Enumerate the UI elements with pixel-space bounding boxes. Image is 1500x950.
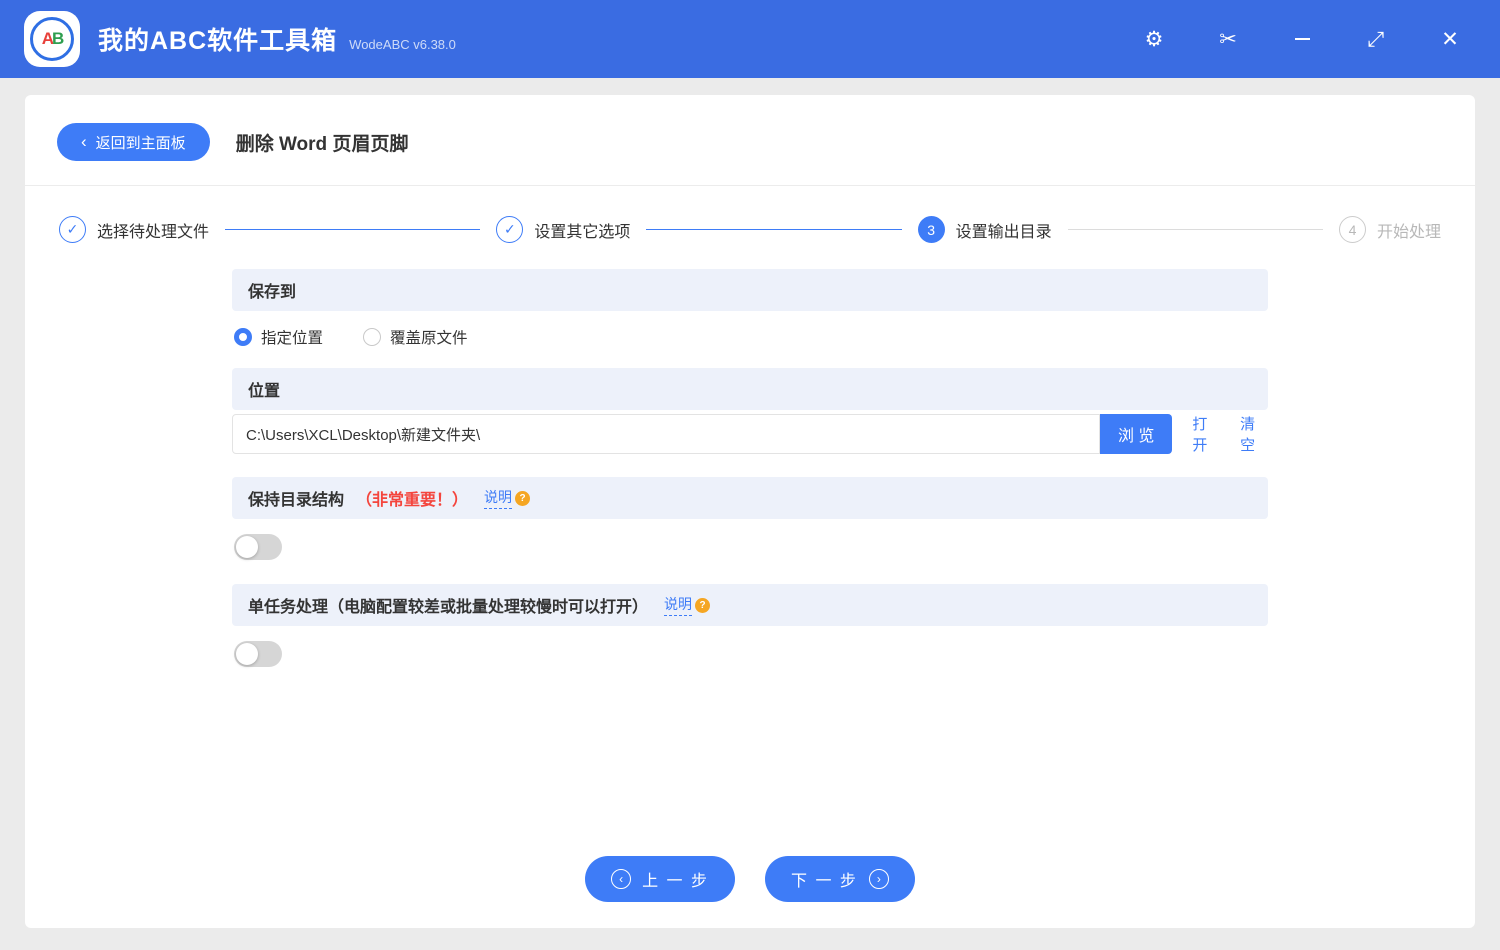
settings-sections: 保存到 指定位置 覆盖原文件 位置 浏 览 打开 清空 保持目录结构 （非 xyxy=(25,269,1475,667)
question-mark-icon: ? xyxy=(695,597,711,613)
stepper: ✓ 选择待处理文件 ✓ 设置其它选项 3 设置输出目录 4 开始处理 xyxy=(25,186,1475,269)
step-start-processing: 4 开始处理 xyxy=(1338,216,1441,243)
step-output-directory: 3 设置输出目录 xyxy=(917,216,1052,243)
step-2-check-icon: ✓ xyxy=(496,216,524,243)
single-task-help-label: 说明 xyxy=(664,594,693,616)
app-title: 我的ABC软件工具箱 xyxy=(98,27,338,55)
single-task-title: 单任务处理（电脑配置较差或批量处理较慢时可以打开） xyxy=(248,599,649,616)
settings-gear-icon[interactable]: ⚙ xyxy=(1142,27,1166,51)
clear-path-link[interactable]: 清空 xyxy=(1240,413,1268,455)
radio-unselected-icon xyxy=(363,328,382,346)
next-step-button[interactable]: 下 一 步 › xyxy=(765,856,915,902)
radio-specified-label: 指定位置 xyxy=(261,330,324,347)
scissors-icon[interactable]: ✂ xyxy=(1216,27,1240,51)
step-select-files: ✓ 选择待处理文件 xyxy=(59,216,209,243)
keep-structure-toggle[interactable] xyxy=(234,534,282,560)
step-1-check-icon: ✓ xyxy=(59,216,86,243)
page-title: 删除 Word 页眉页脚 xyxy=(235,133,409,155)
next-arrow-icon: › xyxy=(868,869,889,889)
logo-letter-b: B xyxy=(52,29,64,48)
single-task-toggle[interactable] xyxy=(234,641,282,667)
radio-selected-icon xyxy=(234,328,252,346)
keep-structure-title: 保持目录结构 xyxy=(248,492,345,509)
app-logo-ring: A B xyxy=(30,17,74,61)
question-mark-icon: ? xyxy=(515,490,531,506)
radio-overwrite-label: 覆盖原文件 xyxy=(390,330,468,347)
main-panel: ‹ 返回到主面板 删除 Word 页眉页脚 ✓ 选择待处理文件 ✓ 设置其它选项… xyxy=(25,95,1475,928)
wizard-nav-buttons: ‹ 上 一 步 下 一 步 › xyxy=(25,856,1475,902)
step-3-label: 设置输出目录 xyxy=(955,223,1052,241)
save-location-radio-group: 指定位置 覆盖原文件 xyxy=(234,326,1268,348)
step-connector-2 xyxy=(646,229,902,230)
output-path-row: 浏 览 打开 清空 xyxy=(232,413,1268,455)
titlebar-icons: ⚙ ✂ ⤢ ✕ xyxy=(1142,27,1476,51)
radio-specified-location[interactable]: 指定位置 xyxy=(234,326,323,348)
keep-structure-important-note: （非常重要！） xyxy=(356,492,469,509)
step-connector-1 xyxy=(225,229,481,230)
keep-structure-help-link[interactable]: 说明 ? xyxy=(484,487,531,509)
keep-structure-help-label: 说明 xyxy=(484,487,513,509)
location-title: 位置 xyxy=(248,383,281,400)
step-4-label: 开始处理 xyxy=(1376,223,1441,241)
output-path-input[interactable] xyxy=(232,414,1100,454)
step-3-number: 3 xyxy=(917,216,945,243)
open-folder-link[interactable]: 打开 xyxy=(1192,413,1220,455)
prev-arrow-icon: ‹ xyxy=(611,869,632,889)
radio-overwrite-original[interactable]: 覆盖原文件 xyxy=(363,326,468,348)
next-step-label: 下 一 步 xyxy=(791,873,858,890)
step-1-label: 选择待处理文件 xyxy=(97,223,210,241)
back-chevron-icon: ‹ xyxy=(81,131,87,151)
maximize-icon[interactable]: ⤢ xyxy=(1364,27,1388,51)
back-button-label: 返回到主面板 xyxy=(95,134,186,152)
step-other-options: ✓ 设置其它选项 xyxy=(496,216,630,243)
step-4-number: 4 xyxy=(1338,216,1366,243)
step-connector-3 xyxy=(1067,229,1323,230)
step-2-label: 设置其它选项 xyxy=(534,223,631,241)
previous-step-button[interactable]: ‹ 上 一 步 xyxy=(585,856,735,902)
logo-letter-a: A xyxy=(41,29,54,48)
minimize-bar xyxy=(1294,38,1310,40)
save-to-title: 保存到 xyxy=(248,284,297,301)
keep-structure-section-header: 保持目录结构 （非常重要！） 说明 ? xyxy=(232,477,1268,519)
back-to-dashboard-button[interactable]: ‹ 返回到主面板 xyxy=(57,123,210,161)
save-to-section-header: 保存到 xyxy=(232,269,1268,311)
toggle-knob xyxy=(236,536,258,558)
app-logo: A B xyxy=(24,11,80,67)
single-task-help-link[interactable]: 说明 ? xyxy=(664,594,711,616)
page-header: ‹ 返回到主面板 删除 Word 页眉页脚 xyxy=(25,95,1475,186)
app-version: WodeABC v6.38.0 xyxy=(349,36,456,52)
close-icon[interactable]: ✕ xyxy=(1438,27,1462,51)
browse-button[interactable]: 浏 览 xyxy=(1100,414,1173,454)
single-task-section-header: 单任务处理（电脑配置较差或批量处理较慢时可以打开） 说明 ? xyxy=(232,584,1268,626)
minimize-icon[interactable] xyxy=(1290,27,1314,51)
titlebar: A B 我的ABC软件工具箱 WodeABC v6.38.0 ⚙ ✂ ⤢ ✕ xyxy=(0,0,1500,78)
previous-step-label: 上 一 步 xyxy=(642,873,709,890)
location-section-header: 位置 xyxy=(232,368,1268,410)
toggle-knob xyxy=(236,643,258,665)
